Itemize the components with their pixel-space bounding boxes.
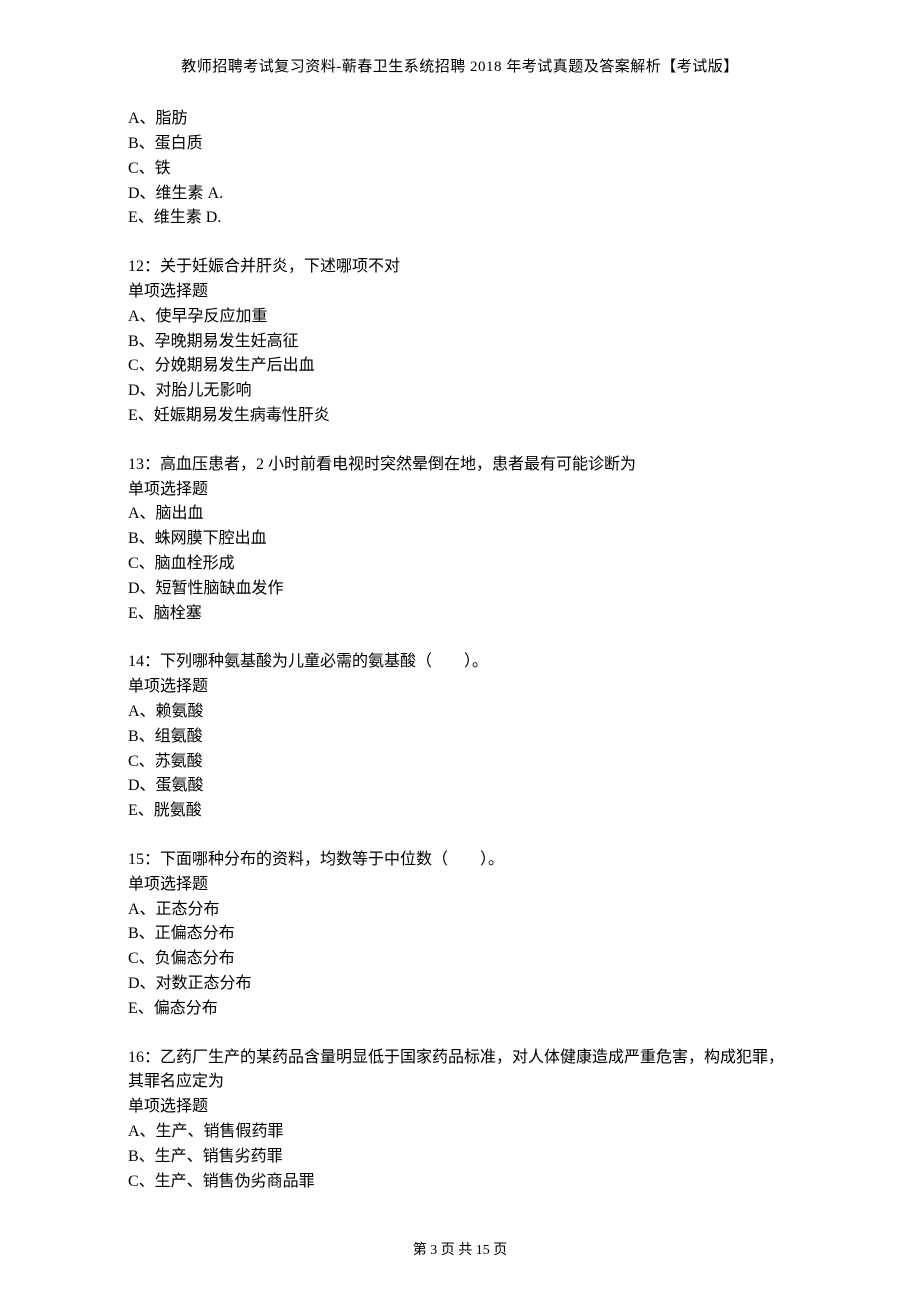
question-stem: 15：下面哪种分布的资料，均数等于中位数（ ）。 [128, 848, 792, 873]
option-b: B、蛋白质 [128, 132, 792, 157]
question-15: 15：下面哪种分布的资料，均数等于中位数（ ）。 单项选择题 A、正态分布 B、… [128, 848, 792, 1022]
option-d: D、维生素 A. [128, 182, 792, 207]
option-b: B、蛛网膜下腔出血 [128, 527, 792, 552]
option-a: A、生产、销售假药罪 [128, 1120, 792, 1145]
option-d: D、短暂性脑缺血发作 [128, 577, 792, 602]
option-e: E、脑栓塞 [128, 602, 792, 627]
question-stem: 12：关于妊娠合并肝炎，下述哪项不对 [128, 255, 792, 280]
question-type: 单项选择题 [128, 280, 792, 305]
option-b: B、组氨酸 [128, 725, 792, 750]
option-c: C、铁 [128, 157, 792, 182]
option-c: C、生产、销售伪劣商品罪 [128, 1170, 792, 1195]
question-stem: 14：下列哪种氨基酸为儿童必需的氨基酸（ ）。 [128, 650, 792, 675]
option-e: E、维生素 D. [128, 206, 792, 231]
question-type: 单项选择题 [128, 873, 792, 898]
option-e: E、胱氨酸 [128, 799, 792, 824]
option-e: E、偏态分布 [128, 997, 792, 1022]
option-d: D、对数正态分布 [128, 972, 792, 997]
question-16: 16：乙药厂生产的某药品含量明显低于国家药品标准，对人体健康造成严重危害，构成犯… [128, 1046, 792, 1195]
option-a: A、脑出血 [128, 502, 792, 527]
page-header-title: 教师招聘考试复习资料-蕲春卫生系统招聘 2018 年考试真题及答案解析【考试版】 [128, 56, 792, 79]
option-c: C、苏氨酸 [128, 750, 792, 775]
question-type: 单项选择题 [128, 1095, 792, 1120]
option-a: A、赖氨酸 [128, 700, 792, 725]
question-type: 单项选择题 [128, 675, 792, 700]
option-e: E、妊娠期易发生病毒性肝炎 [128, 404, 792, 429]
question-stem: 16：乙药厂生产的某药品含量明显低于国家药品标准，对人体健康造成严重危害，构成犯… [128, 1046, 792, 1096]
question-stem: 13：高血压患者，2 小时前看电视时突然晕倒在地，患者最有可能诊断为 [128, 453, 792, 478]
option-d: D、对胎儿无影响 [128, 379, 792, 404]
option-c: C、分娩期易发生产后出血 [128, 354, 792, 379]
option-b: B、孕晚期易发生妊高征 [128, 330, 792, 355]
question-type: 单项选择题 [128, 478, 792, 503]
option-d: D、蛋氨酸 [128, 774, 792, 799]
question-14: 14：下列哪种氨基酸为儿童必需的氨基酸（ ）。 单项选择题 A、赖氨酸 B、组氨… [128, 650, 792, 824]
option-a: A、脂肪 [128, 107, 792, 132]
option-b: B、正偏态分布 [128, 922, 792, 947]
question-11-options: A、脂肪 B、蛋白质 C、铁 D、维生素 A. E、维生素 D. [128, 107, 792, 231]
option-b: B、生产、销售劣药罪 [128, 1145, 792, 1170]
page-footer: 第 3 页 共 15 页 [0, 1240, 920, 1262]
question-12: 12：关于妊娠合并肝炎，下述哪项不对 单项选择题 A、使早孕反应加重 B、孕晚期… [128, 255, 792, 429]
question-13: 13：高血压患者，2 小时前看电视时突然晕倒在地，患者最有可能诊断为 单项选择题… [128, 453, 792, 627]
option-c: C、脑血栓形成 [128, 552, 792, 577]
option-a: A、使早孕反应加重 [128, 305, 792, 330]
option-c: C、负偏态分布 [128, 947, 792, 972]
option-a: A、正态分布 [128, 898, 792, 923]
